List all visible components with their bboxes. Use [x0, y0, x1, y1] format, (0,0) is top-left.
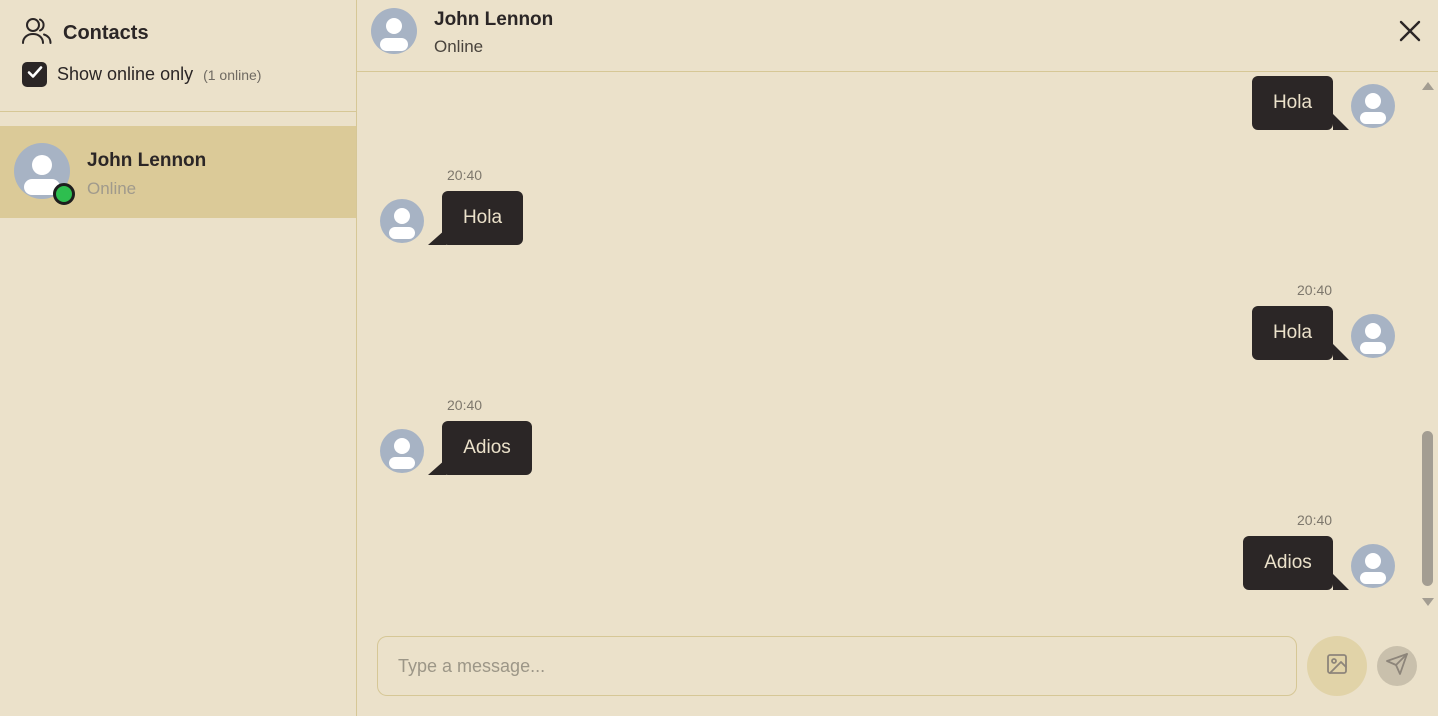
avatar	[1351, 314, 1395, 358]
message-time: 20:40	[1297, 512, 1333, 528]
chat-contact-name: John Lennon	[434, 9, 554, 30]
sidebar-header: Contacts Show online only (1 online)	[0, 0, 356, 112]
online-count: (1 online)	[203, 66, 262, 83]
scrollbar-thumb[interactable]	[1422, 431, 1433, 586]
message-bubble: Hola	[442, 191, 523, 245]
contacts-title-row: Contacts	[22, 17, 149, 50]
message-bubble: Adios	[1243, 536, 1333, 590]
bubble-tail	[1333, 114, 1349, 130]
avatar	[1351, 84, 1395, 128]
message-list: Hola 20:40 Hola 20:40 Hola 20:40 Adios 2…	[357, 72, 1422, 620]
contacts-sidebar: Contacts Show online only (1 online) Joh…	[0, 0, 357, 716]
contact-item-john-lennon[interactable]: John Lennon Online	[0, 126, 356, 218]
show-online-label[interactable]: Show online only	[57, 64, 193, 85]
message-scrollbar[interactable]	[1419, 76, 1436, 611]
close-chat-button[interactable]	[1398, 19, 1422, 43]
send-icon	[1385, 652, 1409, 681]
message-input[interactable]	[377, 636, 1297, 696]
avatar	[380, 199, 424, 243]
bubble-tail	[1333, 344, 1349, 360]
online-status-dot	[53, 183, 75, 205]
send-button[interactable]	[1377, 646, 1417, 686]
scroll-up-arrow-icon[interactable]	[1422, 82, 1434, 90]
bubble-tail	[1333, 574, 1349, 590]
chat-header: John Lennon Online	[357, 0, 1438, 72]
avatar	[380, 429, 424, 473]
message-bubble: Hola	[1252, 306, 1333, 360]
image-icon	[1325, 652, 1349, 681]
close-icon	[1398, 20, 1422, 47]
attach-image-button[interactable]	[1307, 636, 1367, 696]
show-online-checkbox[interactable]	[22, 62, 47, 87]
online-filter: Show online only (1 online)	[22, 62, 261, 87]
message-time: 20:40	[447, 397, 483, 413]
contact-status: Online	[87, 179, 137, 198]
users-icon	[22, 17, 52, 50]
message-time: 20:40	[1297, 282, 1333, 298]
chat-contact-status: Online	[434, 37, 484, 56]
message-bubble: Hola	[1252, 76, 1333, 130]
contacts-title: Contacts	[63, 22, 149, 44]
message-bubble: Adios	[442, 421, 532, 475]
scroll-down-arrow-icon[interactable]	[1422, 598, 1434, 606]
avatar	[1351, 544, 1395, 588]
contact-name: John Lennon	[87, 150, 207, 171]
check-icon	[27, 65, 43, 84]
message-time: 20:40	[447, 167, 483, 183]
avatar	[371, 8, 417, 54]
